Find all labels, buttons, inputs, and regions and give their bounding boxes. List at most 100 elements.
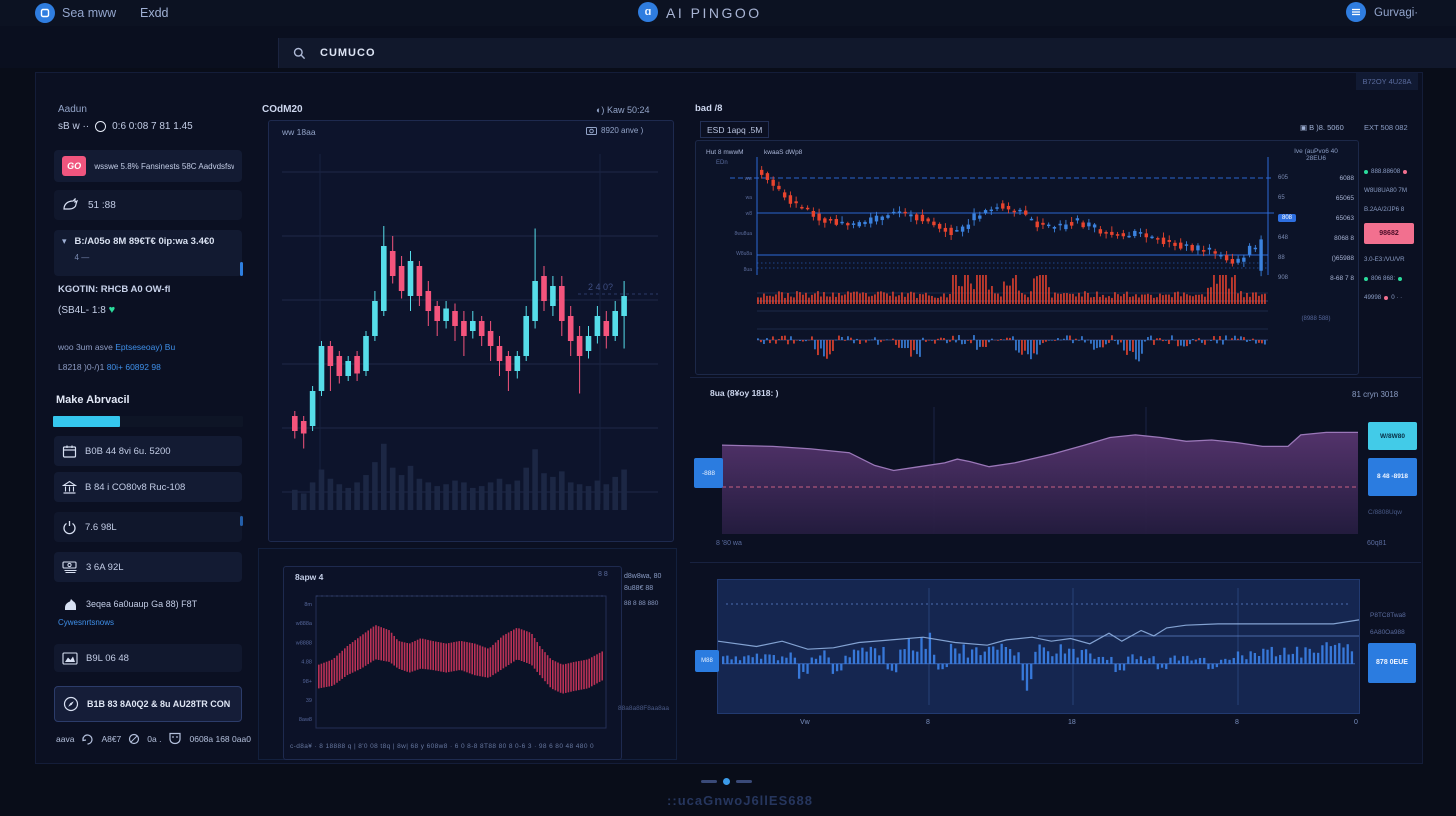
image-icon	[62, 652, 78, 665]
page-indicator[interactable]	[701, 780, 717, 783]
search-value: CUMUCO	[320, 47, 376, 59]
ladder-row[interactable]: 88()65988	[1278, 248, 1354, 268]
sidebar-item-power[interactable]: 7.6 98L	[54, 512, 242, 542]
footer-label[interactable]: A8€7	[101, 734, 121, 744]
ladder-size: 65065	[1336, 195, 1354, 202]
ladder-row[interactable]: 9088-68 7 8	[1278, 268, 1354, 288]
ladder-price-badge: 808	[1278, 214, 1296, 222]
toolbar: CUMUCO	[0, 26, 1456, 68]
svg-text:98+: 98+	[303, 679, 312, 685]
brand-logo-icon[interactable]	[35, 3, 55, 23]
ladder-price: 605	[1278, 175, 1288, 181]
card-title-right[interactable]: 8920 anve )	[586, 126, 643, 135]
nav-menu-item[interactable]: Exdd	[140, 6, 169, 20]
progress-fill	[53, 416, 120, 427]
sidebar-item-bank[interactable]: B 84 i CO80v8 Ruc-108	[54, 472, 242, 502]
chart-overlay-2: EDn	[716, 160, 728, 166]
sidebar-item-cash[interactable]: 3 6A 92L	[54, 552, 242, 582]
scrollbar-thumb[interactable]	[240, 262, 243, 276]
ladder-price: 65	[1278, 195, 1285, 201]
card-title: ww 18aa	[282, 127, 316, 137]
sidebar-item-knight[interactable]: 3eqea 6a0uaup Ga 88) F8T	[54, 590, 242, 618]
action-row[interactable]: W8U8UA80 7M	[1364, 187, 1421, 194]
symbol-selector[interactable]: ESD 1apq .5M	[700, 121, 769, 138]
green-dot-icon	[1364, 170, 1368, 174]
knight-icon	[62, 597, 78, 612]
sidebar-stats-row: sB w ·· 0:6 0:08 7 81 1.45	[58, 121, 193, 132]
refresh-icon[interactable]	[81, 733, 94, 745]
sidebar-item-schedule[interactable]: B0B 44 8vi 6u. 5200	[54, 436, 242, 466]
search-input[interactable]: CUMUCO	[278, 38, 1456, 68]
dropdown-sub: 4 —	[75, 253, 90, 262]
half-moon-icon: ◐)	[596, 105, 607, 115]
action-label: 0 · ·	[1391, 294, 1402, 301]
svg-text:w8888: w8888	[295, 640, 312, 646]
sidebar-note-1: KGOTIN: RHCB A0 OW-fl	[58, 284, 170, 295]
circle-icon[interactable]	[128, 733, 140, 745]
user-menu-icon[interactable]	[1346, 2, 1366, 22]
ladder-size: 8068 8	[1334, 235, 1354, 242]
ladder-row[interactable]: 65 65065	[1278, 188, 1354, 208]
app-title: AI PINGOO	[666, 5, 762, 21]
ladder-row[interactable]: 6056088	[1278, 168, 1354, 188]
date-label[interactable]: ▣ B )8. 5060	[1300, 123, 1344, 132]
note-icon	[40, 8, 50, 18]
nav-brand-label[interactable]: Sea mww	[62, 6, 116, 20]
list-icon	[1351, 8, 1361, 16]
menu-item-label: 3eqea 6a0uaup Ga 88) F8T	[86, 599, 197, 609]
area-chart[interactable]	[722, 407, 1358, 534]
timeframe-label: Kaw 50:24	[607, 105, 650, 115]
page-indicator[interactable]	[736, 780, 752, 783]
action-row[interactable]: B.2AA/2/JP6 8	[1364, 206, 1421, 213]
buy-button[interactable]: W/8W80	[1368, 422, 1417, 450]
panel-title: 8ua (8¥oy 1818: )	[710, 388, 779, 398]
svg-text:ww: ww	[745, 176, 753, 182]
sell-button[interactable]: 98682	[1364, 223, 1414, 244]
candlestick-chart[interactable]: 2 4 0?	[282, 144, 658, 516]
mask-icon[interactable]	[168, 732, 182, 745]
page-indicator-active[interactable]	[723, 778, 730, 785]
whale-icon	[62, 198, 80, 212]
x-tick-label: Vw	[800, 719, 810, 726]
action-row[interactable]: 888.88608	[1364, 168, 1421, 175]
note-2-text: (SB4L- 1:8	[58, 305, 106, 316]
note-4-link[interactable]: 80i+ 60892 98	[107, 362, 161, 372]
note-3-link[interactable]: Eptseseoay) Bu	[115, 342, 175, 352]
action-row[interactable]: 3.0-E3:/VU/VR	[1364, 256, 1421, 263]
chart-overlay-3: kwaaS dWp8	[764, 149, 802, 156]
ladder-size: 8-68 7 8	[1330, 275, 1354, 282]
sidebar-dropdown[interactable]: ▾ B:/A05o 8M 89€T€ 0ip:wa 3.4€0 4 —	[54, 230, 242, 276]
details-button[interactable]: 878 0EUE	[1368, 643, 1416, 683]
app-logo-icon: ɑ	[638, 2, 658, 22]
right-candlestick-chart[interactable]: wwwaw88wu8uaW8u8a8ua	[700, 143, 1274, 370]
volume-chart[interactable]	[717, 579, 1360, 714]
ladder-row-active[interactable]: 80865063	[1278, 208, 1354, 228]
svg-text:w888a: w888a	[295, 621, 313, 627]
footer-label[interactable]: 0a .	[147, 734, 161, 744]
divider	[690, 562, 1421, 563]
footer-label[interactable]: 0608a 168 0aa0	[189, 734, 250, 744]
footer-label[interactable]: aava	[56, 734, 74, 744]
whale-label: 51 :88	[88, 200, 116, 211]
sidebar-link[interactable]: Cywesnrtsnows	[58, 618, 114, 627]
search-icon	[293, 47, 306, 60]
svg-text:2 4 0?: 2 4 0?	[588, 282, 613, 292]
heart-icon: ♥	[109, 304, 116, 316]
sidebar-item-account[interactable]: B1B 83 8A0Q2 & 8u AU28TR CON	[54, 686, 242, 722]
action-row[interactable]: 499980 · ·	[1364, 294, 1421, 301]
ladder-row[interactable]: 6488068 8	[1278, 228, 1354, 248]
area-bottom-right: 60q81	[1367, 540, 1386, 547]
stats-right: 0:6 0:08 7 81 1.45	[112, 121, 193, 132]
ladder-size: ()65988	[1332, 255, 1354, 262]
sidebar-item-whale[interactable]: 51 :88	[54, 190, 242, 220]
sidebar-item-chart[interactable]: B9L 06 48	[54, 644, 242, 672]
nav-user-label[interactable]: Gurvagi·	[1374, 7, 1418, 19]
price-ladder: Ive (auPvo6 40 28EU6 6056088 6565065 808…	[1278, 148, 1354, 322]
action-row[interactable]: 806 868:	[1364, 275, 1421, 282]
trade-button[interactable]: 8 48 -8918	[1368, 458, 1417, 496]
sidebar-item-promo[interactable]: GO wsswe 5.8% Fansinests 58C Aadvdsfswe.	[54, 150, 242, 182]
sidebar-note-4: L8218 )0-/)1 80i+ 60892 98	[58, 362, 161, 372]
scrollbar-thumb[interactable]	[240, 516, 243, 526]
momentum-chart[interactable]: 8mw888aw88884.8898+398aw8	[288, 590, 614, 738]
divider	[690, 377, 1421, 378]
